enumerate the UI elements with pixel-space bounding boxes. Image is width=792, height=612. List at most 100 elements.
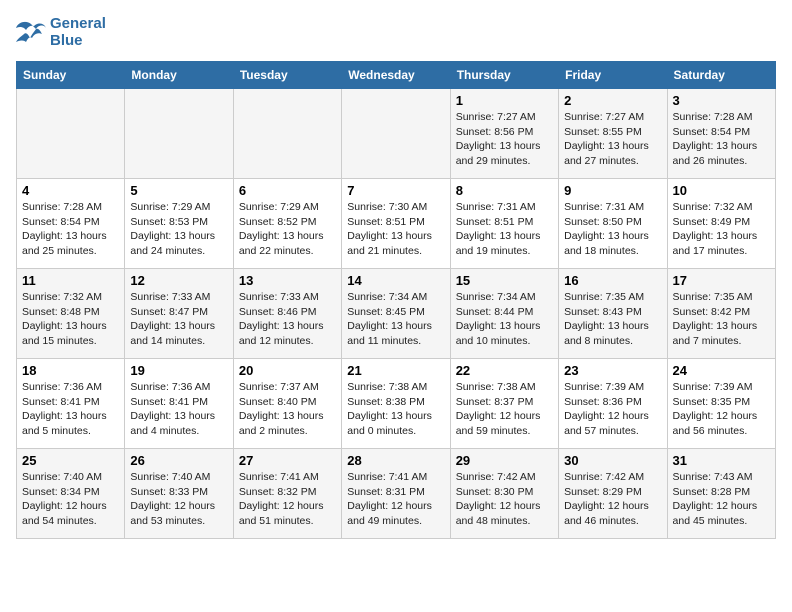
- day-number: 4: [22, 183, 119, 198]
- calendar-cell: 16 Sunrise: 7:35 AMSunset: 8:43 PMDayligh…: [559, 269, 667, 359]
- calendar-week-2: 4 Sunrise: 7:28 AMSunset: 8:54 PMDaylight…: [17, 179, 776, 269]
- calendar-cell: 15 Sunrise: 7:34 AMSunset: 8:44 PMDayligh…: [450, 269, 558, 359]
- day-info: Sunrise: 7:29 AMSunset: 8:52 PMDaylight:…: [239, 200, 336, 259]
- calendar-cell: 29Sunrise: 7:42 AMSunset: 8:30 PMDayligh…: [450, 449, 558, 539]
- weekday-header-tuesday: Tuesday: [233, 62, 341, 89]
- day-info: Sunrise: 7:29 AMSunset: 8:53 PMDaylight:…: [130, 200, 227, 259]
- calendar-cell: 11 Sunrise: 7:32 AMSunset: 8:48 PMDayligh…: [17, 269, 125, 359]
- day-info: Sunrise: 7:36 AMSunset: 8:41 PMDaylight:…: [130, 380, 227, 439]
- calendar-cell: 12 Sunrise: 7:33 AMSunset: 8:47 PMDayligh…: [125, 269, 233, 359]
- calendar-cell: 20 Sunrise: 7:37 AMSunset: 8:40 PMDayligh…: [233, 359, 341, 449]
- day-number: 15: [456, 273, 553, 288]
- day-number: 18: [22, 363, 119, 378]
- day-info: Sunrise: 7:34 AMSunset: 8:44 PMDaylight:…: [456, 290, 553, 349]
- calendar-cell: 3 Sunrise: 7:28 AMSunset: 8:54 PMDaylight…: [667, 89, 775, 179]
- day-number: 13: [239, 273, 336, 288]
- calendar-cell: 24 Sunrise: 7:39 AMSunset: 8:35 PMDayligh…: [667, 359, 775, 449]
- day-info: Sunrise: 7:36 AMSunset: 8:41 PMDaylight:…: [22, 380, 119, 439]
- day-number: 12: [130, 273, 227, 288]
- calendar-week-1: 1Sunrise: 7:27 AMSunset: 8:56 PMDaylight…: [17, 89, 776, 179]
- calendar-cell: [17, 89, 125, 179]
- calendar-cell: 8 Sunrise: 7:31 AMSunset: 8:51 PMDaylight…: [450, 179, 558, 269]
- calendar-cell: 28 Sunrise: 7:41 AMSunset: 8:31 PMDayligh…: [342, 449, 450, 539]
- day-number: 26: [130, 453, 227, 468]
- calendar-cell: 10Sunrise: 7:32 AMSunset: 8:49 PMDayligh…: [667, 179, 775, 269]
- day-number: 22: [456, 363, 553, 378]
- day-info: Sunrise: 7:42 AMSunset: 8:30 PMDaylight:…: [456, 470, 553, 529]
- day-info: Sunrise: 7:31 AMSunset: 8:51 PMDaylight:…: [456, 200, 553, 259]
- calendar-cell: 7Sunrise: 7:30 AMSunset: 8:51 PMDaylight…: [342, 179, 450, 269]
- day-info: Sunrise: 7:39 AMSunset: 8:35 PMDaylight:…: [673, 380, 770, 439]
- calendar-cell: 5 Sunrise: 7:29 AMSunset: 8:53 PMDaylight…: [125, 179, 233, 269]
- day-number: 28: [347, 453, 444, 468]
- day-number: 23: [564, 363, 661, 378]
- calendar-cell: 23Sunrise: 7:39 AMSunset: 8:36 PMDayligh…: [559, 359, 667, 449]
- calendar-cell: 4 Sunrise: 7:28 AMSunset: 8:54 PMDaylight…: [17, 179, 125, 269]
- day-number: 9: [564, 183, 661, 198]
- day-number: 19: [130, 363, 227, 378]
- day-info: Sunrise: 7:38 AMSunset: 8:37 PMDaylight:…: [456, 380, 553, 439]
- logo-bird-icon: [16, 20, 46, 46]
- calendar-cell: 31Sunrise: 7:43 AMSunset: 8:28 PMDayligh…: [667, 449, 775, 539]
- day-info: Sunrise: 7:40 AMSunset: 8:33 PMDaylight:…: [130, 470, 227, 529]
- day-number: 20: [239, 363, 336, 378]
- calendar-cell: 1Sunrise: 7:27 AMSunset: 8:56 PMDaylight…: [450, 89, 558, 179]
- day-number: 21: [347, 363, 444, 378]
- day-info: Sunrise: 7:41 AMSunset: 8:32 PMDaylight:…: [239, 470, 336, 529]
- weekday-header-thursday: Thursday: [450, 62, 558, 89]
- day-info: Sunrise: 7:35 AMSunset: 8:42 PMDaylight:…: [673, 290, 770, 349]
- header: General Blue: [16, 16, 776, 49]
- weekday-header-wednesday: Wednesday: [342, 62, 450, 89]
- calendar-cell: 21 Sunrise: 7:38 AMSunset: 8:38 PMDayligh…: [342, 359, 450, 449]
- day-info: Sunrise: 7:31 AMSunset: 8:50 PMDaylight:…: [564, 200, 661, 259]
- calendar-cell: 27 Sunrise: 7:41 AMSunset: 8:32 PMDayligh…: [233, 449, 341, 539]
- day-number: 10: [673, 183, 770, 198]
- day-number: 3: [673, 93, 770, 108]
- day-number: 24: [673, 363, 770, 378]
- day-info: Sunrise: 7:28 AMSunset: 8:54 PMDaylight:…: [22, 200, 119, 259]
- logo-text: General Blue: [50, 16, 106, 49]
- calendar-cell: 6 Sunrise: 7:29 AMSunset: 8:52 PMDaylight…: [233, 179, 341, 269]
- day-info: Sunrise: 7:32 AMSunset: 8:48 PMDaylight:…: [22, 290, 119, 349]
- day-number: 5: [130, 183, 227, 198]
- day-number: 17: [673, 273, 770, 288]
- calendar-cell: 17 Sunrise: 7:35 AMSunset: 8:42 PMDayligh…: [667, 269, 775, 359]
- day-number: 8: [456, 183, 553, 198]
- day-number: 25: [22, 453, 119, 468]
- day-number: 1: [456, 93, 553, 108]
- calendar-cell: 18 Sunrise: 7:36 AMSunset: 8:41 PMDayligh…: [17, 359, 125, 449]
- calendar-cell: [342, 89, 450, 179]
- calendar-cell: [233, 89, 341, 179]
- calendar-cell: 14Sunrise: 7:34 AMSunset: 8:45 PMDayligh…: [342, 269, 450, 359]
- day-number: 30: [564, 453, 661, 468]
- day-info: Sunrise: 7:33 AMSunset: 8:47 PMDaylight:…: [130, 290, 227, 349]
- day-number: 16: [564, 273, 661, 288]
- day-info: Sunrise: 7:40 AMSunset: 8:34 PMDaylight:…: [22, 470, 119, 529]
- day-number: 6: [239, 183, 336, 198]
- weekday-header-saturday: Saturday: [667, 62, 775, 89]
- day-info: Sunrise: 7:35 AMSunset: 8:43 PMDaylight:…: [564, 290, 661, 349]
- day-info: Sunrise: 7:34 AMSunset: 8:45 PMDaylight:…: [347, 290, 444, 349]
- calendar-cell: 13 Sunrise: 7:33 AMSunset: 8:46 PMDayligh…: [233, 269, 341, 359]
- day-info: Sunrise: 7:33 AMSunset: 8:46 PMDaylight:…: [239, 290, 336, 349]
- day-info: Sunrise: 7:37 AMSunset: 8:40 PMDaylight:…: [239, 380, 336, 439]
- day-info: Sunrise: 7:28 AMSunset: 8:54 PMDaylight:…: [673, 110, 770, 169]
- day-number: 27: [239, 453, 336, 468]
- weekday-header-sunday: Sunday: [17, 62, 125, 89]
- day-info: Sunrise: 7:41 AMSunset: 8:31 PMDaylight:…: [347, 470, 444, 529]
- weekday-header-friday: Friday: [559, 62, 667, 89]
- calendar-cell: 25 Sunrise: 7:40 AMSunset: 8:34 PMDayligh…: [17, 449, 125, 539]
- calendar-cell: 26 Sunrise: 7:40 AMSunset: 8:33 PMDayligh…: [125, 449, 233, 539]
- day-info: Sunrise: 7:27 AMSunset: 8:55 PMDaylight:…: [564, 110, 661, 169]
- calendar-cell: 30 Sunrise: 7:42 AMSunset: 8:29 PMDayligh…: [559, 449, 667, 539]
- day-info: Sunrise: 7:30 AMSunset: 8:51 PMDaylight:…: [347, 200, 444, 259]
- day-number: 11: [22, 273, 119, 288]
- logo: General Blue: [16, 16, 106, 49]
- day-info: Sunrise: 7:42 AMSunset: 8:29 PMDaylight:…: [564, 470, 661, 529]
- day-info: Sunrise: 7:43 AMSunset: 8:28 PMDaylight:…: [673, 470, 770, 529]
- weekday-header-monday: Monday: [125, 62, 233, 89]
- calendar-cell: 22 Sunrise: 7:38 AMSunset: 8:37 PMDayligh…: [450, 359, 558, 449]
- calendar-cell: 9 Sunrise: 7:31 AMSunset: 8:50 PMDaylight…: [559, 179, 667, 269]
- weekday-header-row: SundayMondayTuesdayWednesdayThursdayFrid…: [17, 62, 776, 89]
- day-info: Sunrise: 7:38 AMSunset: 8:38 PMDaylight:…: [347, 380, 444, 439]
